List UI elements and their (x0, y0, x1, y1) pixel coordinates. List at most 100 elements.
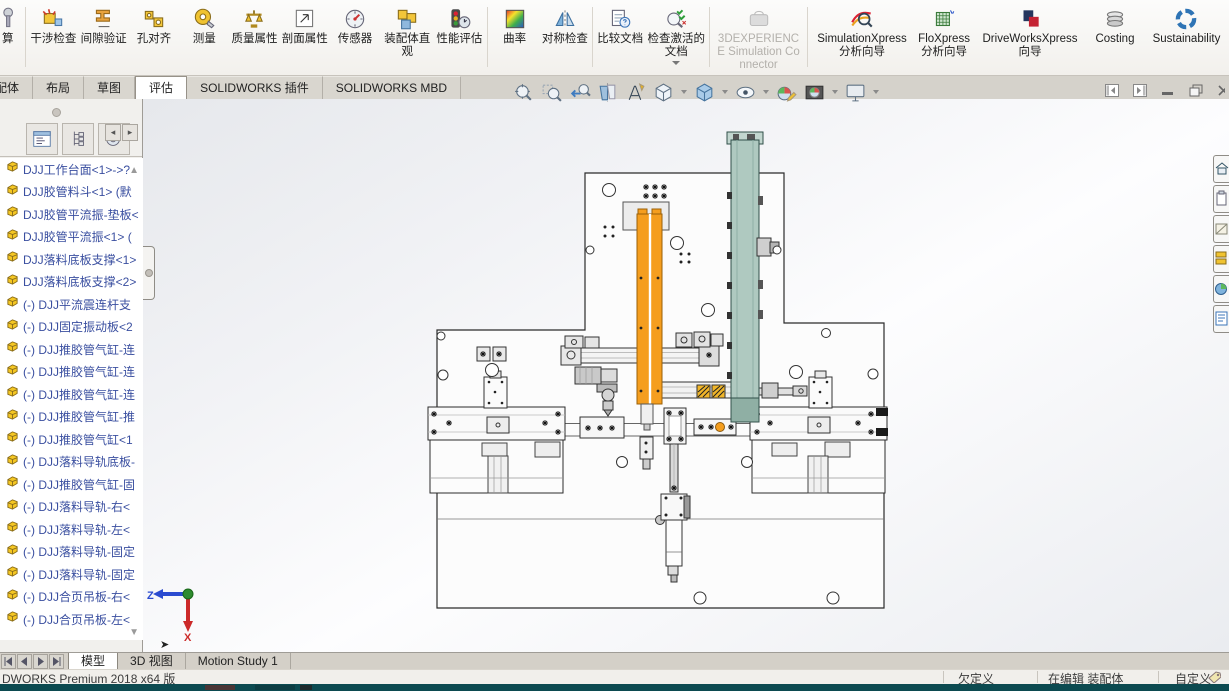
curvature-button[interactable]: 曲率 (490, 5, 540, 47)
file-explorer-tab[interactable] (1213, 215, 1229, 243)
chevron-down-icon[interactable] (722, 90, 728, 94)
tab-3d-views[interactable]: 3D 视图 (118, 653, 186, 669)
tree-item[interactable]: (-) DJJ合页吊板-左< (0, 608, 143, 631)
panel-splitter-handle[interactable] (143, 246, 155, 300)
apply-scene-icon[interactable] (803, 81, 826, 104)
compare-documents-button[interactable]: 比较文档 (595, 5, 645, 47)
tree-item[interactable]: (-) DJJ落料导轨-固定 (0, 563, 143, 586)
custom-properties-tab[interactable] (1213, 305, 1229, 333)
sustainability-button[interactable]: Sustainability (1144, 5, 1229, 47)
tree-item[interactable]: (-) DJJ推胶管气缸-推 (0, 406, 143, 429)
tree-item[interactable]: (-) DJJ落料导轨底板- (0, 451, 143, 474)
minimize-icon[interactable] (1161, 84, 1175, 97)
design-library-tab[interactable] (1213, 185, 1229, 213)
restore-icon[interactable] (1189, 84, 1203, 97)
costing-button[interactable]: Costing (1086, 5, 1144, 47)
tree-item[interactable]: (-) DJJ落料导轨-固定 (0, 541, 143, 564)
check-active-document-button[interactable]: 检查激活的文档 (645, 5, 707, 66)
hole-alignment-button[interactable]: 孔对齐 (129, 5, 179, 47)
tree-scroll-up-icon[interactable]: ▲ (129, 165, 139, 176)
section-view-icon[interactable] (596, 81, 619, 104)
mass-properties-button[interactable]: 质量属性 (229, 5, 279, 47)
tree-horizontal-scroll-icon[interactable]: ➤ (160, 638, 169, 651)
tree-item[interactable]: DJJ工作台面<1>->? (0, 158, 143, 181)
tree-item[interactable]: (-) DJJ合页吊板-右< (0, 586, 143, 609)
tab-solidworks-mbd[interactable]: SOLIDWORKS MBD (322, 76, 462, 99)
solidworks-resources-tab[interactable] (1213, 155, 1229, 183)
tree-item[interactable]: DJJ胶管料斗<1> (默 (0, 181, 143, 204)
measure-button[interactable]: 测量 (179, 5, 229, 47)
chevron-down-icon[interactable] (873, 90, 879, 94)
symmetry-check-icon (552, 6, 578, 32)
tree-item-label: DJJ胶管料斗<1> (默 (23, 185, 132, 200)
zoom-to-fit-icon[interactable] (512, 81, 535, 104)
display-style-icon[interactable] (693, 81, 716, 104)
scroll-right-icon[interactable]: ▸ (122, 124, 138, 141)
collapse-left-panel-icon[interactable] (1105, 84, 1119, 97)
view-palette-tab[interactable] (1213, 245, 1229, 273)
chevron-down-icon[interactable] (832, 90, 838, 94)
last-tab-icon[interactable] (49, 654, 64, 669)
tree-scroll-down-icon[interactable]: ▼ (129, 627, 139, 638)
tree-item-label: (-) DJJ推胶管气缸-连 (23, 365, 135, 380)
orange-feeder-rail[interactable] (636, 208, 663, 431)
previous-tab-icon[interactable] (17, 654, 32, 669)
hole-alignment-icon (141, 6, 167, 32)
tree-item[interactable]: (-) DJJ平流震连杆支 (0, 293, 143, 316)
tree-item[interactable]: (-) DJJ推胶管气缸<1 (0, 428, 143, 451)
collapse-right-panel-icon[interactable] (1133, 84, 1147, 97)
tree-item-label: DJJ落料底板支撑<2> (23, 275, 137, 290)
view-orientation-icon[interactable] (652, 81, 675, 104)
tree-item[interactable]: DJJ落料底板支撑<2> (0, 271, 143, 294)
tree-item[interactable]: DJJ落料底板支撑<1> (0, 248, 143, 271)
tab-model[interactable]: 模型 (68, 653, 119, 669)
tab-assembly[interactable]: 装配体 (0, 76, 34, 99)
simulationxpress-button[interactable]: SimulationXpress 分析向导 (810, 5, 914, 60)
tree-item[interactable]: (-) DJJ固定振动板<2 (0, 316, 143, 339)
assembly-visualization-button[interactable]: 装配体直观 (380, 5, 434, 60)
tab-solidworks-addins[interactable]: SOLIDWORKS 插件 (187, 76, 323, 99)
tree-item[interactable]: DJJ胶管平流振-垫板< (0, 203, 143, 226)
appearances-scenes-tab[interactable] (1213, 275, 1229, 303)
part-icon (6, 318, 19, 336)
scroll-left-icon[interactable]: ◂ (105, 124, 121, 141)
tree-item[interactable]: (-) DJJ推胶管气缸-连 (0, 383, 143, 406)
view-settings-icon[interactable] (844, 81, 867, 104)
previous-view-icon[interactable] (568, 81, 591, 104)
tree-item[interactable]: (-) DJJ推胶管气缸-连 (0, 361, 143, 384)
first-tab-icon[interactable] (1, 654, 16, 669)
property-manager-tab[interactable] (62, 122, 94, 155)
panel-splitter-dot[interactable] (52, 108, 61, 117)
floxpress-button[interactable]: FloXpress 分析向导 (914, 5, 974, 60)
chevron-down-icon[interactable] (763, 90, 769, 94)
interference-check-button[interactable]: 干涉检查 (28, 5, 78, 47)
part-icon (6, 610, 19, 628)
dynamic-annotation-icon[interactable] (624, 81, 647, 104)
graphics-viewport[interactable]: Z X (143, 99, 1229, 652)
tree-item[interactable]: (-) DJJ推胶管气缸-固 (0, 473, 143, 496)
performance-evaluation-button[interactable]: 性能评估 (434, 5, 484, 47)
sensors-button[interactable]: 传感器 (330, 5, 380, 47)
tree-item[interactable]: (-) DJJ落料导轨-左< (0, 518, 143, 541)
symmetry-check-button[interactable]: 对称检查 (540, 5, 590, 47)
tree-item-label: (-) DJJ合页吊板-右< (23, 590, 130, 605)
tab-sketch[interactable]: 草图 (84, 76, 136, 99)
tab-motion-study[interactable]: Motion Study 1 (186, 653, 291, 669)
hide-show-items-icon[interactable] (734, 81, 757, 104)
clipped-ribbon-button[interactable]: 算 (0, 5, 23, 47)
tab-layout[interactable]: 布局 (33, 76, 85, 99)
clearance-verify-button[interactable]: 间隙验证 (79, 5, 129, 47)
floxpress-icon (931, 6, 957, 32)
driveworksxpress-button[interactable]: DriveWorksXpress 向导 (974, 5, 1086, 60)
feature-tree-tab[interactable] (26, 122, 58, 155)
chevron-down-icon[interactable] (681, 90, 687, 94)
tree-item[interactable]: (-) DJJ推胶管气缸-连 (0, 338, 143, 361)
section-properties-button[interactable]: 剖面属性 (280, 5, 330, 47)
zoom-to-area-icon[interactable] (540, 81, 563, 104)
next-tab-icon[interactable] (33, 654, 48, 669)
tree-item[interactable]: DJJ胶管平流振<1> ( (0, 226, 143, 249)
tree-item[interactable]: (-) DJJ落料导轨-右< (0, 496, 143, 519)
edit-appearance-icon[interactable] (775, 81, 798, 104)
close-icon[interactable] (1217, 84, 1225, 97)
tab-evaluate[interactable]: 评估 (135, 76, 188, 100)
